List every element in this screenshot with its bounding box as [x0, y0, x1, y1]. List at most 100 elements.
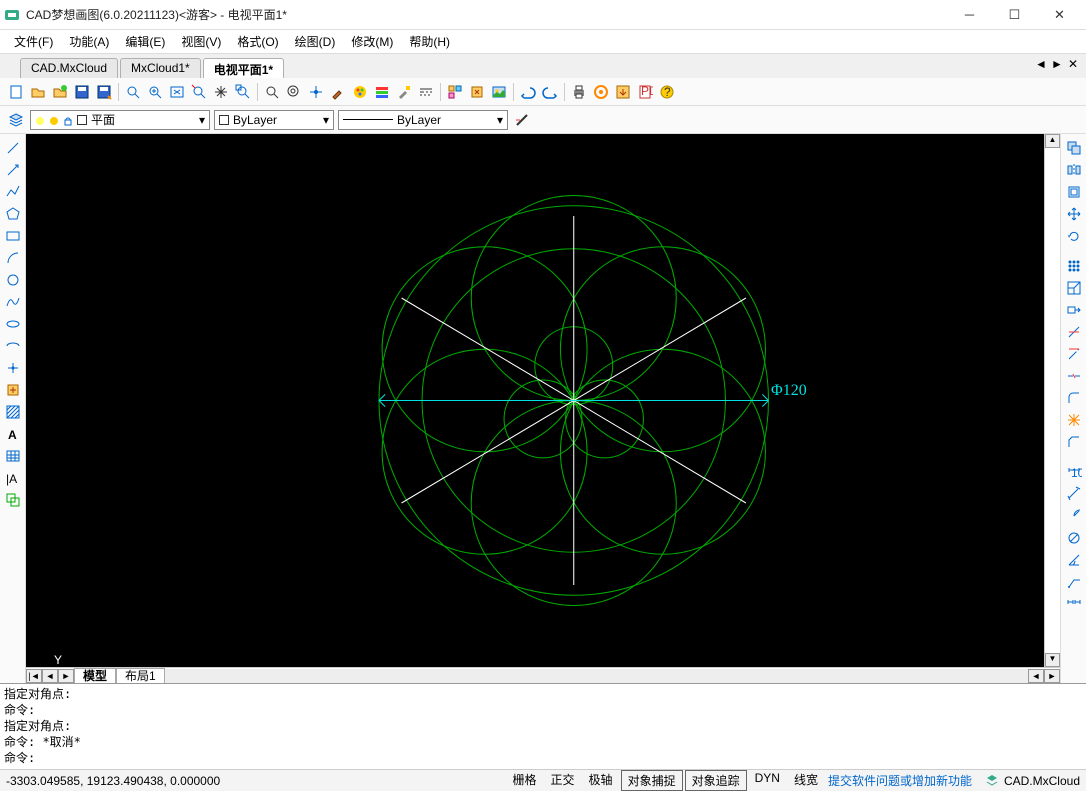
- help-icon[interactable]: ?: [657, 82, 677, 102]
- scroll-right-icon[interactable]: ►: [1044, 669, 1060, 683]
- menu-item[interactable]: 视图(V): [173, 31, 229, 52]
- scale-icon[interactable]: [1064, 278, 1084, 298]
- document-tab[interactable]: MxCloud1*: [120, 58, 201, 78]
- polyline-icon[interactable]: [3, 182, 23, 202]
- tab-prev-icon[interactable]: ◄: [1034, 57, 1048, 71]
- dim-diameter-icon[interactable]: [1064, 528, 1084, 548]
- menu-item[interactable]: 功能(A): [61, 31, 117, 52]
- dim-radius-icon[interactable]: [1064, 506, 1084, 526]
- ellipse-icon[interactable]: [3, 314, 23, 334]
- mtext-icon[interactable]: |A: [3, 468, 23, 488]
- brush-icon[interactable]: [328, 82, 348, 102]
- zoom-prev-icon[interactable]: [189, 82, 209, 102]
- pdf-icon[interactable]: PDF: [635, 82, 655, 102]
- dim-aligned-icon[interactable]: [1064, 484, 1084, 504]
- tab-next-icon[interactable]: ►: [1050, 57, 1064, 71]
- document-tab[interactable]: 电视平面1*: [203, 58, 284, 78]
- chamfer-icon[interactable]: [1064, 432, 1084, 452]
- dim-angular-icon[interactable]: [1064, 550, 1084, 570]
- sheet-next-icon[interactable]: ►: [58, 669, 74, 683]
- status-toggle[interactable]: DYN: [749, 770, 786, 791]
- document-tab[interactable]: CAD.MxCloud: [20, 58, 118, 78]
- menu-item[interactable]: 编辑(E): [117, 31, 173, 52]
- zoom-all-icon[interactable]: [233, 82, 253, 102]
- insert-block-icon[interactable]: [3, 380, 23, 400]
- menu-item[interactable]: 格式(O): [229, 31, 286, 52]
- command-window[interactable]: 指定对角点:命令:指定对角点:命令: *取消*命令:: [0, 683, 1086, 769]
- lineweight-icon[interactable]: [512, 110, 532, 130]
- circle-icon[interactable]: [3, 270, 23, 290]
- dim-continue-icon[interactable]: [1064, 594, 1084, 614]
- menu-item[interactable]: 文件(F): [6, 31, 61, 52]
- open-cloud-icon[interactable]: [50, 82, 70, 102]
- sheet-tab[interactable]: 模型: [74, 668, 116, 684]
- match-icon[interactable]: [394, 82, 414, 102]
- color-icon[interactable]: [350, 82, 370, 102]
- pan-icon[interactable]: [211, 82, 231, 102]
- tab-close-icon[interactable]: ✕: [1066, 57, 1080, 71]
- arc-icon[interactable]: [3, 248, 23, 268]
- regen-icon[interactable]: [306, 82, 326, 102]
- save-icon[interactable]: [72, 82, 92, 102]
- line-icon[interactable]: [3, 138, 23, 158]
- scroll-left-icon[interactable]: ◄: [1028, 669, 1044, 683]
- xref-icon[interactable]: [467, 82, 487, 102]
- saveas-icon[interactable]: [94, 82, 114, 102]
- zoom-window-icon[interactable]: [123, 82, 143, 102]
- minimize-button[interactable]: ─: [947, 1, 992, 29]
- status-toggle[interactable]: 正交: [545, 770, 581, 791]
- open-file-icon[interactable]: [28, 82, 48, 102]
- new-file-icon[interactable]: [6, 82, 26, 102]
- menu-item[interactable]: 绘图(D): [287, 31, 344, 52]
- linetype-icon[interactable]: [416, 82, 436, 102]
- stretch-icon[interactable]: [1064, 300, 1084, 320]
- status-toggle[interactable]: 对象追踪: [685, 770, 747, 791]
- layer-manager-icon[interactable]: [6, 110, 26, 130]
- status-toggle[interactable]: 极轴: [583, 770, 619, 791]
- vertical-scrollbar[interactable]: ▲ ▼: [1044, 134, 1060, 667]
- plot-icon[interactable]: [591, 82, 611, 102]
- layer-combo[interactable]: 平面 ▾: [30, 110, 210, 130]
- rotate-icon[interactable]: [1064, 226, 1084, 246]
- array-icon[interactable]: [1064, 256, 1084, 276]
- move-icon[interactable]: [1064, 204, 1084, 224]
- explode-icon[interactable]: [1064, 410, 1084, 430]
- zoom-in-icon[interactable]: [145, 82, 165, 102]
- feedback-link[interactable]: 提交软件问题或增加新功能: [828, 772, 972, 789]
- copy-prop-icon[interactable]: [1064, 138, 1084, 158]
- block-icon[interactable]: [445, 82, 465, 102]
- layers-icon[interactable]: [372, 82, 392, 102]
- menu-item[interactable]: 帮助(H): [401, 31, 458, 52]
- trim-icon[interactable]: [1064, 322, 1084, 342]
- ray-icon[interactable]: [3, 160, 23, 180]
- spline-icon[interactable]: [3, 292, 23, 312]
- image-icon[interactable]: [489, 82, 509, 102]
- status-toggle[interactable]: 栅格: [507, 770, 543, 791]
- color-combo[interactable]: ByLayer ▾: [214, 110, 334, 130]
- region-icon[interactable]: [3, 490, 23, 510]
- horizontal-scrollbar[interactable]: [165, 669, 1028, 683]
- export-icon[interactable]: [613, 82, 633, 102]
- undo-icon[interactable]: [518, 82, 538, 102]
- drawing-canvas[interactable]: Φ120 Y X 10 70 0 30: [26, 134, 1060, 667]
- break-icon[interactable]: [1064, 366, 1084, 386]
- linetype-combo[interactable]: ByLayer ▾: [338, 110, 508, 130]
- text-icon[interactable]: A: [3, 424, 23, 444]
- redo-icon[interactable]: [540, 82, 560, 102]
- offset-icon[interactable]: [1064, 182, 1084, 202]
- zoom-realtime-icon[interactable]: [262, 82, 282, 102]
- ellipse-arc-icon[interactable]: [3, 336, 23, 356]
- zoom-scale-icon[interactable]: [284, 82, 304, 102]
- zoom-extents-icon[interactable]: [167, 82, 187, 102]
- print-icon[interactable]: [569, 82, 589, 102]
- fillet-icon[interactable]: [1064, 388, 1084, 408]
- extend-icon[interactable]: [1064, 344, 1084, 364]
- rectangle-icon[interactable]: [3, 226, 23, 246]
- dim-leader-icon[interactable]: [1064, 572, 1084, 592]
- hatch-icon[interactable]: [3, 402, 23, 422]
- mirror-icon[interactable]: [1064, 160, 1084, 180]
- table-icon[interactable]: [3, 446, 23, 466]
- status-toggle[interactable]: 线宽: [788, 770, 824, 791]
- maximize-button[interactable]: ☐: [992, 1, 1037, 29]
- menu-item[interactable]: 修改(M): [343, 31, 401, 52]
